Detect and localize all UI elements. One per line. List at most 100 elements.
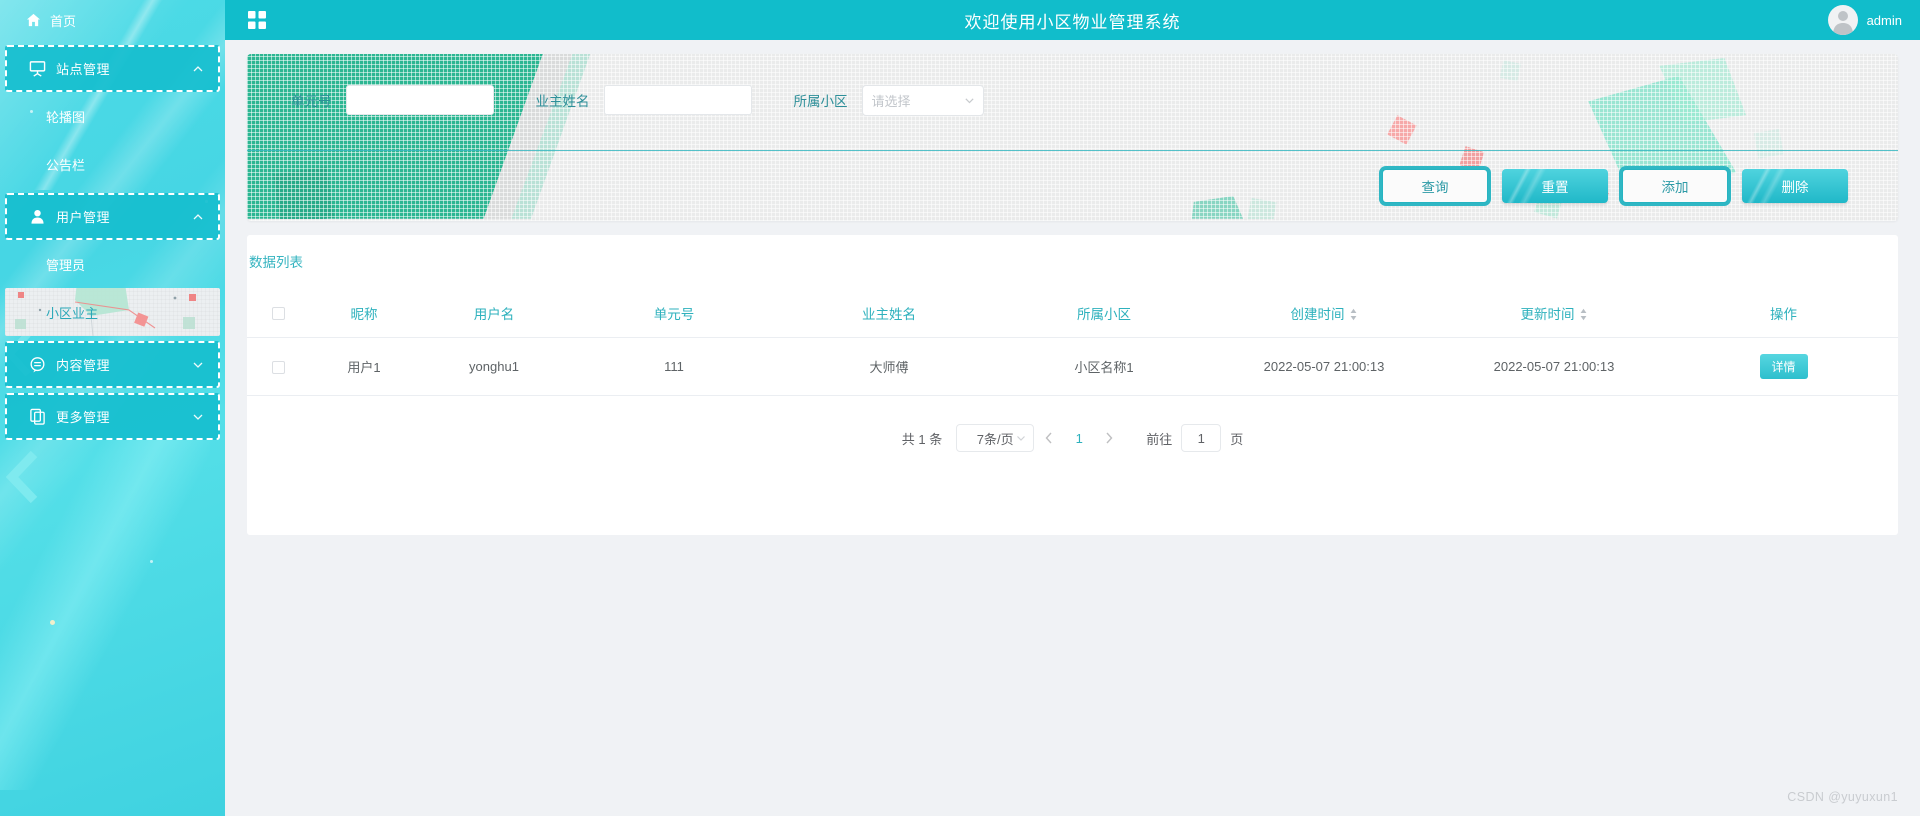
pagination-next-button[interactable]: [1094, 424, 1124, 452]
sidebar-group-label: 更多管理: [56, 410, 111, 425]
cell-action: 详情: [1669, 337, 1898, 396]
user-name: admin: [1866, 12, 1902, 28]
chevron-down-icon: [964, 97, 974, 103]
watermark: CSDN @yuyuxun1: [1787, 790, 1898, 804]
community-select[interactable]: 请选择: [861, 84, 984, 116]
sidebar-item-carousel[interactable]: 轮播图: [0, 92, 225, 140]
field-community-label: 所属小区: [793, 94, 848, 109]
grid-menu-icon: [248, 11, 266, 29]
detail-button[interactable]: 详情: [1759, 354, 1808, 379]
select-all-checkbox[interactable]: [271, 307, 285, 321]
th-updated-label: 更新时间: [1520, 307, 1575, 322]
th-select-all[interactable]: [247, 293, 309, 338]
top-bar: 欢迎使用小区物业管理系统 admin: [225, 0, 1920, 40]
sidebar-item-label: 管理员: [46, 257, 86, 273]
delete-button[interactable]: 删除: [1742, 169, 1848, 203]
th-community: 所属小区: [999, 293, 1209, 338]
th-action: 操作: [1669, 293, 1898, 338]
th-updated[interactable]: 更新时间: [1439, 293, 1669, 338]
data-list-panel: 数据列表 昵称 用户名 单元号 业主姓名 所属小区 创建时间 更新时间 操作 用…: [247, 235, 1898, 535]
chevron-down-icon: [1017, 436, 1026, 441]
comment-icon: [30, 357, 45, 373]
data-table: 昵称 用户名 单元号 业主姓名 所属小区 创建时间 更新时间 操作 用户1 yo…: [247, 293, 1898, 396]
th-owner: 业主姓名: [779, 293, 999, 338]
sidebar-group-label: 用户管理: [56, 210, 111, 225]
table-head: 昵称 用户名 单元号 业主姓名 所属小区 创建时间 更新时间 操作: [247, 293, 1898, 338]
sidebar-item-bulletin[interactable]: 公告栏: [0, 140, 225, 188]
search-panel-divider: [247, 150, 1898, 151]
content: 单元号 业主姓名 所属小区 请选择 查询 重置 添加 删除 数据列表 昵称 用户…: [225, 40, 1920, 535]
cell-created: 2022-05-07 21:00:13: [1209, 337, 1439, 396]
pagination-goto-label: 前往: [1146, 431, 1173, 447]
owner-name-input[interactable]: [603, 85, 752, 115]
field-community: 所属小区 请选择: [793, 84, 984, 116]
sidebar-group-label: 内容管理: [56, 358, 111, 373]
th-unit: 单元号: [569, 293, 779, 338]
pagination: 共 1 条 7条/页 1 前往 1 页: [247, 424, 1898, 452]
row-checkbox[interactable]: [271, 361, 285, 375]
cell-nickname: 用户1: [309, 337, 419, 396]
sidebar-item-home[interactable]: 首页: [0, 0, 225, 40]
sidebar-group-more-management[interactable]: 更多管理: [5, 393, 220, 440]
sidebar-group-content-management[interactable]: 内容管理: [5, 341, 220, 388]
table-body: 用户1 yonghu1 111 大师傅 小区名称1 2022-05-07 21:…: [247, 337, 1898, 396]
chevron-down-icon: [193, 414, 203, 420]
add-button[interactable]: 添加: [1622, 169, 1728, 203]
page-size-select[interactable]: 7条/页: [956, 424, 1035, 452]
sort-icon[interactable]: [1349, 308, 1358, 321]
cell-owner: 大师傅: [779, 337, 999, 396]
easel-icon: [29, 61, 46, 77]
th-username: 用户名: [419, 293, 569, 338]
th-created[interactable]: 创建时间: [1209, 293, 1439, 338]
field-owner: 业主姓名: [536, 85, 752, 115]
sidebar-menu: 首页 站点管理 轮播图 公告栏 用户管理 管理员 小区业主 内容管理 更多管理: [0, 0, 225, 816]
page-title: 欢迎使用小区物业管理系统: [964, 12, 1181, 32]
th-nickname: 昵称: [309, 293, 419, 338]
sidebar-item-label: 公告栏: [46, 157, 86, 173]
pagination-page-unit: 页: [1230, 431, 1244, 447]
pagination-prev-button[interactable]: [1034, 424, 1064, 452]
sidebar-item-label: 轮播图: [46, 109, 86, 125]
search-actions: 查询 重置 添加 删除: [1382, 169, 1848, 203]
sidebar-item-community-owner[interactable]: 小区业主: [5, 288, 220, 336]
field-unit: 单元号: [291, 85, 494, 115]
user-icon: [31, 209, 44, 224]
chevron-down-icon: [193, 362, 203, 368]
chevron-left-icon: [1045, 432, 1052, 444]
unit-input[interactable]: [345, 85, 494, 115]
pagination-total: 共 1 条: [901, 431, 943, 447]
pagination-goto-input[interactable]: [1181, 424, 1222, 452]
copy-icon: [30, 408, 45, 425]
pagination-page-1[interactable]: 1: [1064, 431, 1094, 446]
user-avatar-icon: [1832, 11, 1853, 35]
sidebar-item-label: 小区业主: [46, 305, 99, 321]
page-size-value: 7条/页: [976, 431, 1014, 447]
cell-unit: 111: [569, 337, 779, 396]
th-created-label: 创建时间: [1290, 307, 1345, 322]
search-panel: 单元号 业主姓名 所属小区 请选择 查询 重置 添加 删除: [247, 54, 1898, 221]
field-owner-label: 业主姓名: [535, 94, 590, 109]
query-button[interactable]: 查询: [1382, 169, 1488, 203]
chevron-right-icon: [1106, 432, 1113, 444]
field-unit-label: 单元号: [291, 94, 332, 109]
cell-username: yonghu1: [419, 337, 569, 396]
chevron-up-icon: [193, 213, 203, 219]
sort-icon[interactable]: [1579, 308, 1588, 321]
sidebar-group-label: 站点管理: [56, 62, 111, 77]
user-menu[interactable]: admin: [1827, 0, 1902, 40]
table-row[interactable]: 用户1 yonghu1 111 大师傅 小区名称1 2022-05-07 21:…: [247, 337, 1898, 396]
reset-button[interactable]: 重置: [1502, 169, 1608, 203]
avatar: [1827, 5, 1858, 35]
main-area: 欢迎使用小区物业管理系统 admin 单元号 业主姓名 所属小区 请选择 查询 …: [225, 0, 1920, 816]
cell-select[interactable]: [247, 337, 309, 396]
sidebar-group-site-management[interactable]: 站点管理: [5, 45, 220, 92]
sidebar-item-home-label: 首页: [50, 13, 77, 29]
sidebar-item-administrator[interactable]: 管理员: [0, 240, 225, 288]
sidebar-group-user-management[interactable]: 用户管理: [5, 193, 220, 240]
app-root: 首页 站点管理 轮播图 公告栏 用户管理 管理员 小区业主 内容管理 更多管理 …: [0, 0, 1920, 816]
home-icon: [26, 13, 41, 27]
community-select-placeholder: 请选择: [871, 93, 911, 109]
menu-toggle-button[interactable]: [237, 0, 277, 40]
cell-updated: 2022-05-07 21:00:13: [1439, 337, 1669, 396]
data-list-caption: 数据列表: [249, 255, 303, 270]
